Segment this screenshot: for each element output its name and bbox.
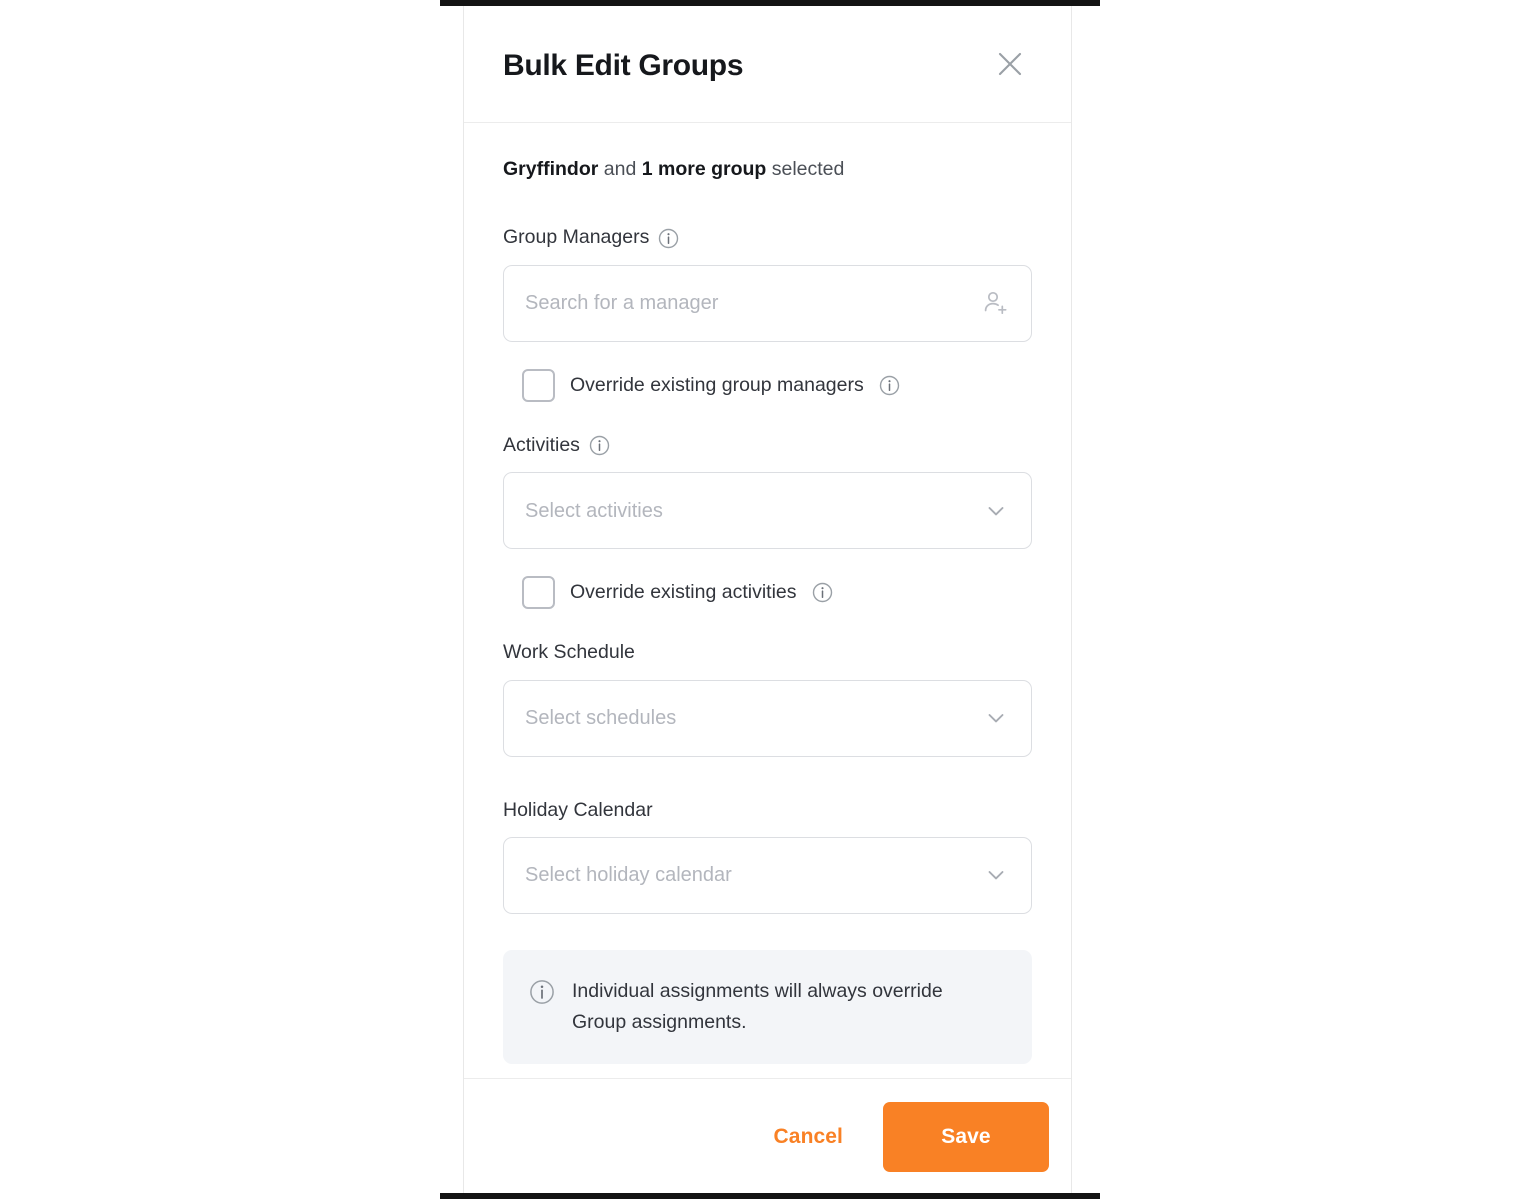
activities-info-icon[interactable] — [589, 435, 610, 456]
activities-select[interactable]: Select activities — [503, 472, 1032, 550]
work-schedule-label: Work Schedule — [503, 641, 635, 664]
override-group-managers-checkbox[interactable] — [522, 368, 555, 402]
top-edge-band — [0, 0, 1536, 6]
person-add-icon[interactable] — [980, 287, 1012, 319]
holiday-calendar-placeholder: Select holiday calendar — [525, 864, 732, 887]
activities-placeholder: Select activities — [525, 499, 663, 522]
group-managers-field: Group Managers Search for a manager Over… — [503, 226, 1032, 402]
holiday-calendar-field: Holiday Calendar Select holiday calendar — [503, 799, 1032, 914]
selection-summary: Gryffindor and 1 more group selected — [503, 157, 1032, 182]
override-group-managers-info-icon[interactable] — [879, 375, 900, 396]
notice-text: Individual assignments will always overr… — [572, 979, 943, 1033]
dialog-header: Bulk Edit Groups — [464, 5, 1071, 123]
manager-search-placeholder: Search for a manager — [525, 292, 719, 315]
chevron-down-icon[interactable] — [980, 495, 1012, 527]
selection-more-count: 1 more group — [641, 158, 767, 180]
close-icon — [993, 47, 1027, 81]
bulk-edit-groups-dialog: Bulk Edit Groups Gryffindor and 1 more g… — [463, 5, 1072, 1194]
chevron-down-icon[interactable] — [980, 859, 1012, 891]
group-managers-label: Group Managers — [503, 226, 650, 249]
override-activities-row[interactable]: Override existing activities — [503, 576, 1032, 610]
override-activities-info-icon[interactable] — [812, 582, 833, 603]
group-managers-info-icon[interactable] — [658, 228, 679, 249]
holiday-calendar-label-row: Holiday Calendar — [503, 799, 1032, 822]
dialog-body: Gryffindor and 1 more group selected Gro… — [464, 123, 1071, 1078]
work-schedule-placeholder: Select schedules — [525, 707, 677, 730]
activities-label-row: Activities — [503, 434, 1032, 457]
work-schedule-label-row: Work Schedule — [503, 641, 1032, 664]
selection-suffix: selected — [766, 158, 845, 180]
manager-search-input[interactable]: Search for a manager — [503, 264, 1032, 342]
close-button[interactable] — [988, 42, 1032, 86]
override-group-managers-row[interactable]: Override existing group managers — [503, 368, 1032, 402]
work-schedule-field: Work Schedule Select schedules — [503, 641, 1032, 757]
override-group-managers-label[interactable]: Override existing group managers — [570, 374, 864, 397]
override-activities-label[interactable]: Override existing activities — [570, 581, 797, 604]
holiday-calendar-label: Holiday Calendar — [503, 798, 653, 821]
selected-group-name: Gryffindor — [503, 158, 599, 180]
info-icon — [529, 979, 555, 1005]
individual-assignments-notice: Individual assignments will always overr… — [503, 949, 1032, 1064]
selection-connector: and — [598, 158, 642, 180]
work-schedule-select[interactable]: Select schedules — [503, 679, 1032, 757]
activities-field: Activities Select activities Override ex… — [503, 434, 1032, 610]
save-button[interactable]: Save — [883, 1101, 1049, 1172]
activities-label: Activities — [503, 433, 580, 456]
dialog-footer: Cancel Save — [464, 1078, 1071, 1194]
group-managers-label-row: Group Managers — [503, 226, 1032, 249]
chevron-down-icon[interactable] — [980, 702, 1012, 734]
holiday-calendar-select[interactable]: Select holiday calendar — [503, 836, 1032, 914]
override-activities-checkbox[interactable] — [522, 576, 555, 610]
cancel-button[interactable]: Cancel — [758, 1111, 859, 1163]
bottom-edge-band — [0, 1193, 1536, 1199]
dialog-title: Bulk Edit Groups — [503, 49, 744, 82]
app-viewport: Bulk Edit Groups Gryffindor and 1 more g… — [0, 0, 1536, 1199]
